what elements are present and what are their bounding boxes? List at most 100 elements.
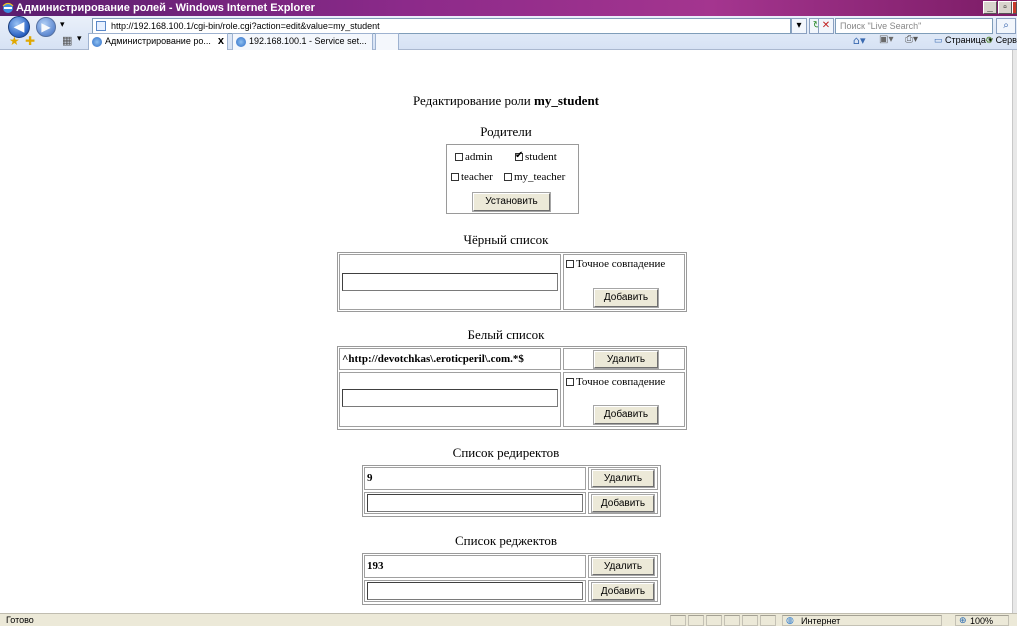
parents-title: Родители (480, 124, 532, 139)
parent-admin[interactable]: admin (455, 151, 493, 163)
rejects-add-button[interactable]: Добавить (591, 582, 655, 601)
rejects-input[interactable] (367, 582, 583, 600)
parent-student[interactable]: student (515, 150, 557, 163)
quick-tabs-icon[interactable]: ▦ (62, 34, 72, 47)
page-icon (96, 21, 106, 31)
zone-label: Интернет (801, 616, 841, 626)
checkbox-exact-match[interactable] (566, 260, 574, 268)
tab-service-set[interactable]: 192.168.100.1 - Service set... (232, 33, 373, 50)
zoom-level: 100% (970, 616, 994, 626)
blacklist-exact-option[interactable]: Точное совпадение (566, 258, 665, 270)
blacklist-add-button[interactable]: Добавить (593, 288, 659, 308)
whitelist-options-cell: Точное совпадение Добавить (563, 372, 685, 427)
checkbox-label: my_teacher (514, 171, 566, 183)
checkbox-student[interactable] (515, 150, 523, 161)
new-tab-button[interactable] (375, 33, 399, 50)
parent-my-teacher[interactable]: my_teacher (504, 171, 565, 183)
zoom-control[interactable]: ⊕ 100% (955, 615, 1009, 626)
checkbox-label: teacher (461, 171, 493, 183)
whitelist-exact-option[interactable]: Точное совпадение (566, 376, 665, 388)
checkbox-admin[interactable] (455, 153, 463, 161)
favorites-star-icon[interactable]: ★ (9, 34, 20, 48)
checkbox-exact-match[interactable] (566, 378, 574, 386)
maximize-button[interactable]: ▫ (998, 1, 1012, 14)
status-text: Готово (6, 615, 34, 625)
whitelist-entry: ^http://devotchkas\.eroticperil\.com.*$ (342, 353, 524, 365)
minimize-button[interactable]: _ (983, 1, 997, 14)
tools-menu[interactable]: ⚙ Сервис ▾ (985, 35, 1017, 46)
rejects-delete-cell: Удалить (588, 555, 658, 578)
rejects-table: 193 Удалить Добавить (362, 553, 661, 605)
whitelist-entry-cell: ^http://devotchkas\.eroticperil\.com.*$ (339, 348, 561, 370)
rejects-add-cell: Добавить (588, 580, 658, 602)
tab-close-icon[interactable]: x (218, 34, 224, 49)
role-name: my_student (534, 93, 600, 108)
home-icon[interactable]: ⌂▾ (853, 34, 866, 47)
tab-active[interactable]: Администрирование ро... x (88, 33, 228, 50)
heading-prefix: Редактирование роли (412, 93, 531, 108)
title-bar: Администрирование ролей - Windows Intern… (0, 0, 1017, 16)
rejects-entry-cell: 193 (364, 555, 586, 578)
redirects-title: Список редиректов (452, 445, 560, 460)
checkbox-my-teacher[interactable] (504, 173, 512, 181)
url-dropdown-icon[interactable]: ▾ (791, 18, 807, 34)
blacklist-input-cell (339, 254, 561, 310)
close-button[interactable] (1012, 1, 1017, 14)
forward-arrow-icon: ▶ (41, 20, 51, 34)
zoom-icon: ⊕ (959, 616, 967, 626)
redirects-table: 9 Удалить Добавить (362, 465, 661, 517)
blacklist-input[interactable] (342, 273, 558, 291)
url-input[interactable]: http://192.168.100.1/cgi-bin/role.cgi?ac… (92, 18, 791, 34)
rejects-title: Список реджектов (454, 533, 557, 548)
redirects-add-button[interactable]: Добавить (591, 494, 655, 513)
add-favorite-icon[interactable]: ✚ (25, 34, 35, 48)
parent-teacher[interactable]: teacher (451, 171, 493, 183)
page-menu-icon: ▭ (934, 35, 943, 45)
whitelist-delete-cell: Удалить (563, 348, 685, 370)
exact-match-label: Точное совпадение (576, 258, 666, 270)
checkbox-label: student (525, 151, 557, 163)
blacklist-options-cell: Точное совпадение Добавить (563, 254, 685, 310)
tab-list-dropdown-icon[interactable]: ▾ (77, 34, 82, 44)
page-heading: Редактирование роли my_student (0, 93, 1012, 109)
whitelist-add-button[interactable]: Добавить (593, 405, 659, 425)
exact-match-label: Точное совпадение (576, 376, 666, 388)
globe-icon: ◍ (786, 616, 794, 626)
whitelist-input-cell (339, 372, 561, 427)
redirects-entry-cell: 9 (364, 467, 586, 490)
rejects-entry: 193 (367, 560, 384, 572)
redirects-delete-button[interactable]: Удалить (591, 469, 655, 488)
status-segment (706, 615, 722, 626)
redirects-add-cell: Добавить (588, 492, 658, 514)
whitelist-input[interactable] (342, 389, 558, 407)
redirects-input-cell (364, 492, 586, 514)
search-icon[interactable]: ⌕ (996, 18, 1016, 34)
whitelist-table: ^http://devotchkas\.eroticperil\.com.*$ … (337, 346, 687, 430)
checkbox-label: admin (465, 151, 493, 163)
whitelist-title: Белый список (467, 327, 545, 342)
ie-logo-icon (2, 2, 14, 13)
redirects-input[interactable] (367, 494, 583, 512)
search-input[interactable]: Поиск "Live Search" (835, 18, 993, 34)
print-icon[interactable]: ⎙▾ (905, 34, 918, 45)
status-segment (742, 615, 758, 626)
tab-label: Администрирование ро... (105, 36, 211, 46)
rejects-input-cell (364, 580, 586, 602)
vertical-scrollbar[interactable] (1012, 50, 1017, 613)
window-title: Администрирование ролей - Windows Intern… (16, 2, 315, 14)
whitelist-delete-button[interactable]: Удалить (593, 350, 659, 369)
history-dropdown-icon[interactable]: ▾ (60, 20, 65, 30)
security-zone: ◍ Интернет (782, 615, 942, 626)
parents-table: admin student teacher my_teacher Установ… (446, 144, 579, 214)
set-parents-button[interactable]: Установить (472, 192, 551, 212)
status-segment (724, 615, 740, 626)
blacklist-table: Точное совпадение Добавить (337, 252, 687, 312)
page-content: Редактирование роли my_student Родители … (0, 50, 1012, 613)
ie-page-icon (92, 37, 102, 47)
feeds-icon[interactable]: ▣▾ (879, 34, 893, 45)
checkbox-teacher[interactable] (451, 173, 459, 181)
rejects-delete-button[interactable]: Удалить (591, 557, 655, 576)
stop-icon[interactable]: ✕ (818, 18, 834, 34)
tab-bar: ★ ✚ ▦ ▾ Администрирование ро... x 192.16… (0, 33, 1017, 50)
status-segment (760, 615, 776, 626)
